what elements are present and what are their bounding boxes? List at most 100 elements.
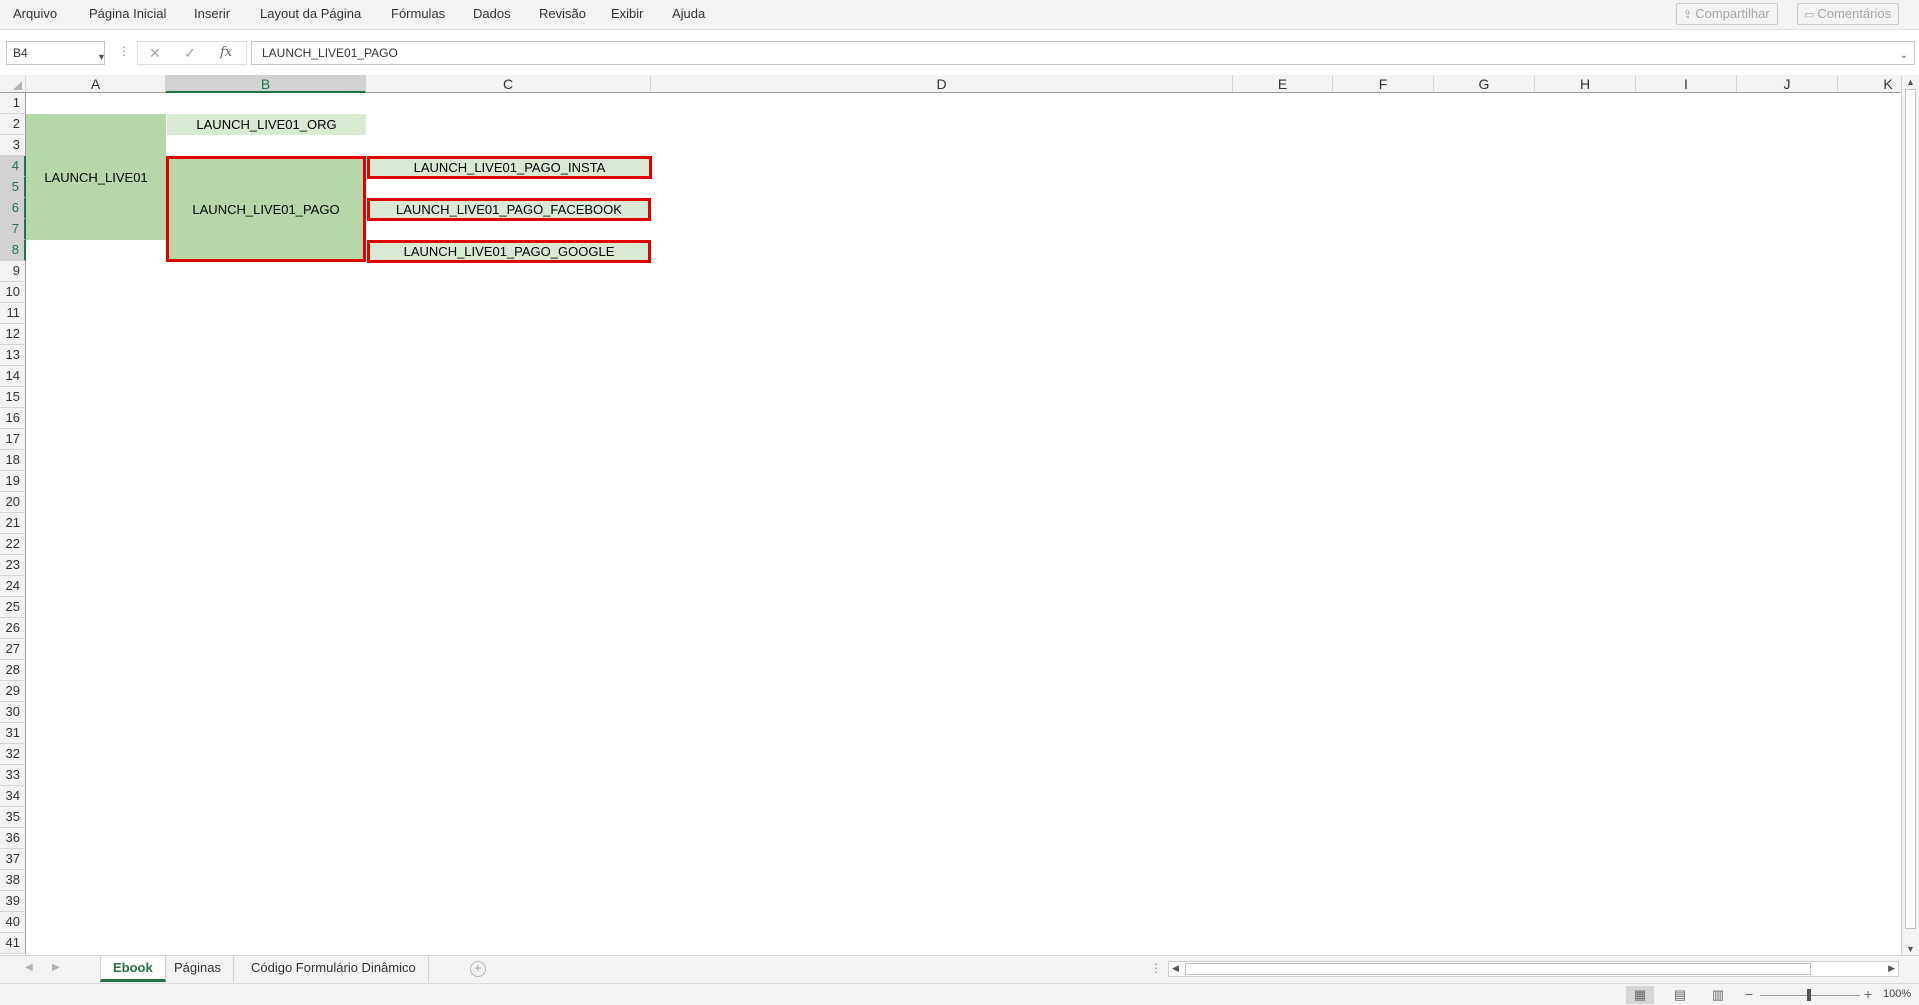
- prev-sheet-icon[interactable]: ◀: [25, 962, 33, 973]
- column-header-i[interactable]: I: [1636, 75, 1737, 93]
- column-header-k[interactable]: K: [1838, 75, 1901, 93]
- row-header-31[interactable]: 31: [0, 723, 26, 744]
- enter-check-icon[interactable]: ✓: [184, 45, 196, 62]
- row-header-3[interactable]: 3: [0, 135, 26, 156]
- tab-codigo-formulario-dinamico[interactable]: Código Formulário Dinâmico: [239, 956, 429, 982]
- next-sheet-icon[interactable]: ▶: [52, 962, 60, 973]
- cell-c6[interactable]: LAUNCH_LIVE01_PAGO_FACEBOOK: [367, 198, 651, 221]
- zoom-level[interactable]: 100%: [1883, 988, 1911, 1000]
- column-header-d[interactable]: D: [651, 75, 1233, 93]
- column-header-g[interactable]: G: [1434, 75, 1535, 93]
- row-header-30[interactable]: 30: [0, 702, 26, 723]
- column-header-e[interactable]: E: [1233, 75, 1333, 93]
- menu-dados[interactable]: Dados: [473, 6, 511, 21]
- menu-revisao[interactable]: Revisão: [539, 6, 586, 21]
- zoom-out-icon[interactable]: −: [1745, 986, 1753, 1002]
- page-layout-view-icon[interactable]: ▤: [1666, 986, 1694, 1004]
- row-header-37[interactable]: 37: [0, 849, 26, 870]
- menu-inserir[interactable]: Inserir: [194, 6, 230, 21]
- row-header-15[interactable]: 15: [0, 387, 26, 408]
- cell-b2[interactable]: LAUNCH_LIVE01_ORG: [167, 114, 366, 135]
- row-header-2[interactable]: 2: [0, 114, 26, 135]
- row-header-17[interactable]: 17: [0, 429, 26, 450]
- row-header-6[interactable]: 6: [0, 198, 26, 219]
- row-header-13[interactable]: 13: [0, 345, 26, 366]
- row-header-35[interactable]: 35: [0, 807, 26, 828]
- menu-layout-da-pagina[interactable]: Layout da Página: [260, 6, 361, 21]
- share-button[interactable]: ⇪ Compartilhar: [1676, 3, 1778, 25]
- menu-exibir[interactable]: Exibir: [611, 6, 644, 21]
- row-header-40[interactable]: 40: [0, 912, 26, 933]
- row-header-1[interactable]: 1: [0, 93, 26, 114]
- row-header-11[interactable]: 11: [0, 303, 26, 324]
- vertical-scroll-thumb[interactable]: [1905, 89, 1916, 929]
- row-header-22[interactable]: 22: [0, 534, 26, 555]
- row-header-9[interactable]: 9: [0, 261, 26, 282]
- cell-a2-merged[interactable]: LAUNCH_LIVE01: [26, 114, 166, 240]
- add-sheet-icon[interactable]: +: [470, 961, 486, 977]
- row-header-10[interactable]: 10: [0, 282, 26, 303]
- row-header-23[interactable]: 23: [0, 555, 26, 576]
- column-header-f[interactable]: F: [1333, 75, 1434, 93]
- row-header-28[interactable]: 28: [0, 660, 26, 681]
- page-break-view-icon[interactable]: ▥: [1704, 986, 1732, 1004]
- row-header-8[interactable]: 8: [0, 240, 26, 261]
- scroll-left-icon[interactable]: ◀: [1172, 963, 1179, 974]
- row-header-19[interactable]: 19: [0, 471, 26, 492]
- select-all-button[interactable]: [0, 75, 26, 93]
- insert-function-icon[interactable]: fx: [220, 45, 232, 60]
- chevron-down-icon[interactable]: ▼: [97, 46, 106, 68]
- row-header-41[interactable]: 41: [0, 933, 26, 954]
- row-header-34[interactable]: 34: [0, 786, 26, 807]
- column-header-c[interactable]: C: [366, 75, 651, 93]
- row-header-20[interactable]: 20: [0, 492, 26, 513]
- column-header-b[interactable]: B: [166, 75, 366, 93]
- row-header-24[interactable]: 24: [0, 576, 26, 597]
- zoom-in-icon[interactable]: +: [1864, 986, 1872, 1002]
- horizontal-scroll-thumb[interactable]: [1185, 963, 1811, 975]
- menu-pagina-inicial[interactable]: Página Inicial: [89, 6, 166, 21]
- row-header-33[interactable]: 33: [0, 765, 26, 786]
- formula-bar-grip-icon[interactable]: ⋮: [118, 44, 130, 58]
- comments-button[interactable]: ▭ Comentários: [1797, 3, 1900, 25]
- name-box[interactable]: B4 ▼: [6, 41, 106, 68]
- row-header-18[interactable]: 18: [0, 450, 26, 471]
- expand-formula-icon[interactable]: ⌄: [1900, 45, 1908, 67]
- column-header-j[interactable]: J: [1737, 75, 1838, 93]
- column-header-a[interactable]: A: [26, 75, 166, 93]
- scroll-down-icon[interactable]: ▼: [1906, 944, 1915, 954]
- row-header-16[interactable]: 16: [0, 408, 26, 429]
- row-header-7[interactable]: 7: [0, 219, 26, 240]
- row-header-14[interactable]: 14: [0, 366, 26, 387]
- tab-paginas[interactable]: Páginas: [162, 956, 234, 982]
- row-header-32[interactable]: 32: [0, 744, 26, 765]
- row-header-12[interactable]: 12: [0, 324, 26, 345]
- menu-ajuda[interactable]: Ajuda: [672, 6, 705, 21]
- row-header-21[interactable]: 21: [0, 513, 26, 534]
- cancel-icon[interactable]: ✕: [149, 45, 161, 62]
- normal-view-icon[interactable]: ▦: [1626, 986, 1654, 1004]
- row-header-39[interactable]: 39: [0, 891, 26, 912]
- formula-input[interactable]: LAUNCH_LIVE01_PAGO ⌄: [251, 41, 1915, 65]
- menu-formulas[interactable]: Fórmulas: [391, 6, 445, 21]
- row-header-4[interactable]: 4: [0, 156, 26, 177]
- horizontal-scrollbar[interactable]: ◀ ▶: [1168, 961, 1899, 977]
- menu-arquivo[interactable]: Arquivo: [13, 6, 57, 21]
- cell-c8[interactable]: LAUNCH_LIVE01_PAGO_GOOGLE: [367, 240, 651, 263]
- row-header-26[interactable]: 26: [0, 618, 26, 639]
- row-header-38[interactable]: 38: [0, 870, 26, 891]
- tab-ebook[interactable]: Ebook: [100, 956, 166, 982]
- cell-area[interactable]: LAUNCH_LIVE01 LAUNCH_LIVE01_ORG LAUNCH_L…: [26, 93, 1901, 955]
- scroll-up-icon[interactable]: ▲: [1906, 77, 1915, 87]
- tab-splitter-icon[interactable]: ⋮: [1150, 961, 1162, 975]
- row-header-27[interactable]: 27: [0, 639, 26, 660]
- cell-b4-merged-selected[interactable]: LAUNCH_LIVE01_PAGO: [166, 156, 366, 262]
- scroll-right-icon[interactable]: ▶: [1888, 963, 1895, 974]
- row-header-29[interactable]: 29: [0, 681, 26, 702]
- cell-c4[interactable]: LAUNCH_LIVE01_PAGO_INSTA: [367, 156, 652, 179]
- vertical-scrollbar[interactable]: ▲ ▼: [1901, 75, 1919, 955]
- row-header-5[interactable]: 5: [0, 177, 26, 198]
- row-header-25[interactable]: 25: [0, 597, 26, 618]
- zoom-slider-thumb[interactable]: [1807, 989, 1811, 1001]
- row-header-36[interactable]: 36: [0, 828, 26, 849]
